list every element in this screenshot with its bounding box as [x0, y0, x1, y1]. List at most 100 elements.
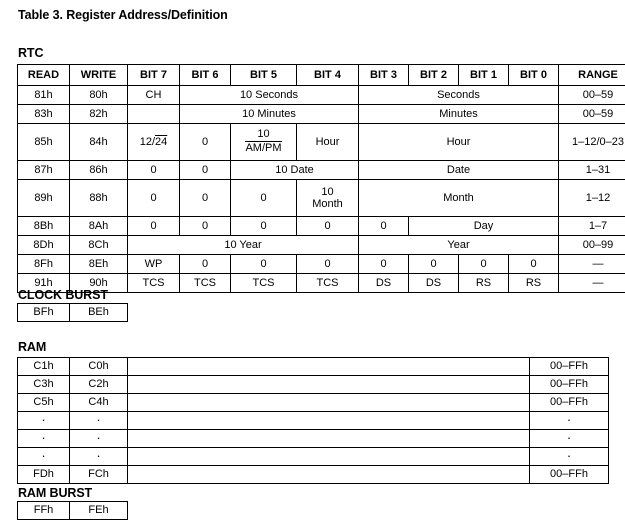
cell-read: FDh [17, 465, 70, 484]
cell-data [127, 411, 530, 430]
cell-bit7: TCS [127, 273, 180, 293]
section-label-ram: RAM [18, 340, 47, 354]
cell-write: C4h [69, 393, 128, 412]
cell-bit3: 0 [358, 254, 409, 274]
cell-bit2: 0 [408, 254, 459, 274]
table-row: 91h 90h TCS TCS TCS TCS DS DS RS RS — [17, 273, 625, 293]
clock-burst-table: BFh BEh [17, 303, 128, 322]
page-title: Table 3. Register Address/Definition [18, 8, 228, 22]
cell-bit6: 0 [179, 160, 231, 180]
cell-data [127, 375, 530, 394]
cell-write: · [69, 411, 128, 430]
cell-bit4: 0 [296, 254, 359, 274]
cell-write: 8Ah [69, 216, 128, 236]
table-row: FDh FCh 00–FFh [17, 465, 609, 484]
cell-group-bit3-bit0: Minutes [358, 104, 559, 124]
section-label-clock-burst: CLOCK BURST [18, 288, 108, 302]
cell-range: 1–12 [558, 179, 625, 217]
cell-write: · [69, 447, 128, 466]
cell-group-bit3-bit0: Year [358, 235, 559, 255]
column-header-range: RANGE [558, 64, 625, 86]
cell-write: C2h [69, 375, 128, 394]
cell-write: 84h [69, 123, 128, 161]
column-header-bit5: BIT 5 [230, 64, 297, 86]
cell-data [127, 429, 530, 448]
table-row: C5h C4h 00–FFh [17, 393, 609, 412]
cell-range: — [558, 254, 625, 274]
cell-write: FCh [69, 465, 128, 484]
cell-range: 00–59 [558, 85, 625, 105]
cell-bit5: 0 [230, 216, 297, 236]
cell-bit5: TCS [230, 273, 297, 293]
cell-write: 8Ch [69, 235, 128, 255]
cell-bit7: 0 [127, 216, 180, 236]
cell-write: BEh [69, 303, 128, 322]
cell-bit4: Hour [296, 123, 359, 161]
cell-bit6: 0 [179, 179, 231, 217]
table-row-ellipsis: · · · [17, 447, 609, 466]
label-10-line: 10 [321, 185, 334, 198]
table-row: 89h 88h 0 0 0 10 Month Month 1–12 [17, 179, 625, 217]
cell-range: · [529, 429, 609, 448]
table-row: 8Fh 8Eh WP 0 0 0 0 0 0 0 — [17, 254, 625, 274]
column-header-bit7: BIT 7 [127, 64, 180, 86]
cell-read: 81h [17, 85, 70, 105]
cell-bit1: 0 [458, 254, 509, 274]
cell-read: 87h [17, 160, 70, 180]
cell-range: 00–FFh [529, 375, 609, 394]
cell-bit3: 0 [358, 216, 409, 236]
cell-read: 8Dh [17, 235, 70, 255]
cell-bit6: 0 [179, 254, 231, 274]
cell-read: C3h [17, 375, 70, 394]
cell-bit2: DS [408, 273, 459, 293]
cell-bit1: RS [458, 273, 509, 293]
cell-group-bit3-bit0: Seconds [358, 85, 559, 105]
cell-write: 82h [69, 104, 128, 124]
cell-write: · [69, 429, 128, 448]
cell-read: 8Fh [17, 254, 70, 274]
cell-read: BFh [17, 303, 70, 322]
column-header-write: WRITE [69, 64, 128, 86]
table-row-ellipsis: · · · [17, 429, 609, 448]
table-row: BFh BEh [17, 303, 128, 322]
label-12-hour: 12/ [139, 135, 156, 148]
cell-write: 86h [69, 160, 128, 180]
section-label-rtc: RTC [18, 46, 44, 60]
ram-register-table: C1h C0h 00–FFh C3h C2h 00–FFh C5h C4h 00… [17, 357, 609, 484]
cell-data [127, 357, 530, 376]
cell-write: 8Eh [69, 254, 128, 274]
label-24-hour-bar: 24 [155, 135, 168, 148]
label-month-line: Month [312, 197, 343, 210]
cell-write: FEh [69, 501, 128, 520]
table-row: C3h C2h 00–FFh [17, 375, 609, 394]
cell-bit7-12-24-mode: 12/24 [127, 123, 180, 161]
cell-range: 00–FFh [529, 465, 609, 484]
cell-bit5: 0 [230, 254, 297, 274]
cell-bit7: CH [127, 85, 180, 105]
table-row: 87h 86h 0 0 10 Date Date 1–31 [17, 160, 625, 180]
cell-group-bit2-bit0: Day [408, 216, 559, 236]
cell-range: 1–12/0–23 [558, 123, 625, 161]
cell-bit4-10-month: 10 Month [296, 179, 359, 217]
table-row: 83h 82h 10 Minutes Minutes 00–59 [17, 104, 625, 124]
column-header-bit2: BIT 2 [408, 64, 459, 86]
cell-write: C0h [69, 357, 128, 376]
datasheet-page: Table 3. Register Address/Definition RTC… [0, 0, 625, 524]
cell-range: 00–FFh [529, 393, 609, 412]
cell-read: FFh [17, 501, 70, 520]
table-row-ellipsis: · · · [17, 411, 609, 430]
section-label-ram-burst: RAM BURST [18, 486, 93, 500]
cell-bit4: 0 [296, 216, 359, 236]
cell-group-bit3-bit0: Hour [358, 123, 559, 161]
cell-range: 00–59 [558, 104, 625, 124]
cell-bit3: DS [358, 273, 409, 293]
cell-bit5-10-ampm: 10 AM/PM [230, 123, 297, 161]
cell-group-bit6-bit4: 10 Seconds [179, 85, 359, 105]
cell-group-bit3-bit0: Date [358, 160, 559, 180]
column-header-bit3: BIT 3 [358, 64, 409, 86]
cell-range: — [558, 273, 625, 293]
cell-group-bit3-bit0: Month [358, 179, 559, 217]
cell-bit7: 0 [127, 160, 180, 180]
cell-read: · [17, 411, 70, 430]
cell-range: · [529, 447, 609, 466]
